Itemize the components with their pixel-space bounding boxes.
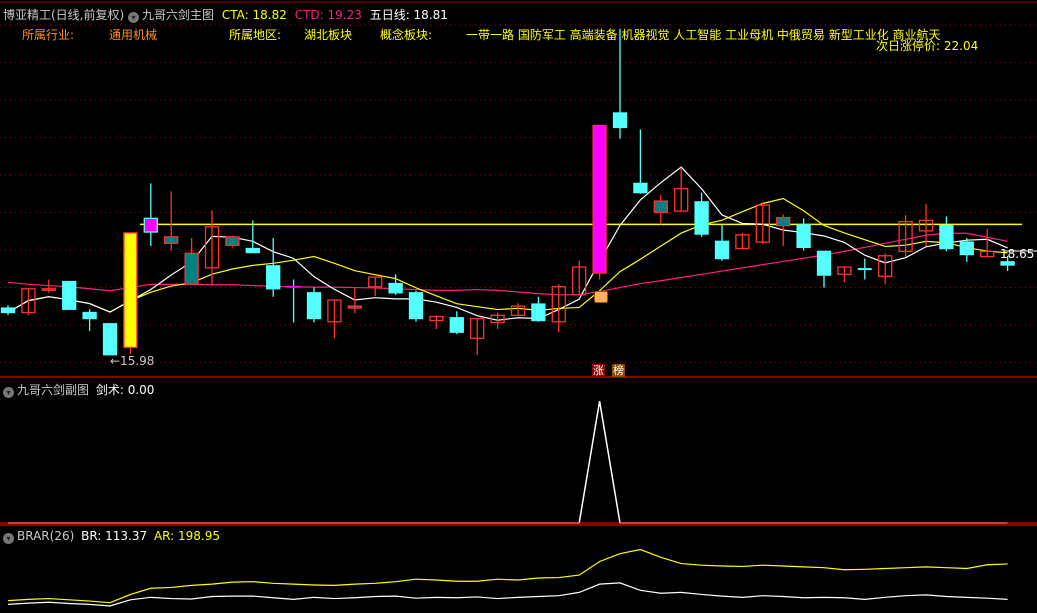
ma5-value: 五日线: 18.81: [369, 8, 448, 22]
stock-title: 博亚精工(日线,前复权): [3, 8, 125, 22]
candle-body: [143, 217, 158, 233]
candle-body: [286, 285, 301, 288]
br-value: BR: 113.37: [81, 529, 148, 543]
candle-body: [82, 311, 97, 320]
candle-body: [531, 303, 546, 322]
sub1-title[interactable]: 九哥六剑副图: [17, 383, 89, 397]
candle-body: [225, 236, 240, 246]
ctd-value: CTD: 19.23: [294, 8, 362, 22]
region-label: 所属地区:: [229, 28, 282, 42]
candle-body: [816, 250, 832, 276]
candle-body: [306, 292, 322, 320]
candle-body: [449, 317, 464, 333]
note-icon[interactable]: [594, 291, 608, 303]
candle-body: [612, 112, 628, 129]
badge-bang[interactable]: 榜: [612, 364, 625, 377]
sub1-value: 剑术: 0.00: [95, 383, 155, 397]
ma10-line: [7, 197, 1008, 314]
chevron-down-icon[interactable]: ▾: [3, 533, 14, 544]
candle-body: [857, 268, 872, 271]
ma5-line: [7, 166, 1008, 321]
candle-body: [714, 240, 730, 260]
ma-long-line: [7, 232, 1008, 296]
candle-body: [388, 282, 403, 294]
candle-body: [245, 247, 260, 254]
candle-body: [653, 200, 668, 213]
sub2-title[interactable]: BRAR(26): [17, 529, 74, 543]
candle-body: [62, 280, 77, 310]
candle-body: [102, 323, 118, 356]
industry-label: 所属行业:: [22, 28, 75, 42]
sword-line: [8, 400, 1008, 524]
next-limit-price: 次日涨停价: 22.04: [876, 39, 979, 53]
candle-body: [184, 252, 199, 285]
concept-label: 概念板块:: [380, 28, 433, 42]
candle-body: [633, 182, 648, 194]
chevron-down-icon[interactable]: ▾: [128, 12, 140, 23]
last-price-label: 18.65: [1000, 247, 1035, 261]
sub2-header: ▾ BRAR(26) BR: 113.37 AR: 198.95: [3, 529, 220, 544]
chevron-down-icon[interactable]: ▾: [3, 387, 14, 398]
candle-body: [266, 265, 281, 290]
candle-body: [592, 124, 607, 274]
candle-body: [694, 201, 709, 235]
candle-body: [0, 307, 16, 314]
candle-body: [408, 292, 424, 320]
candle-body: [1000, 261, 1015, 266]
br-line: [7, 582, 1008, 607]
ar-value: AR: 198.95: [153, 529, 220, 543]
badge-zhang[interactable]: 涨: [592, 364, 605, 377]
sub1-header: ▾ 九哥六剑副图 剑术: 0.00: [3, 381, 154, 398]
indicator-name[interactable]: 九哥六剑主图: [142, 8, 214, 22]
region-value: 湖北板块: [304, 28, 353, 42]
candle-body: [939, 224, 954, 250]
concept-value: 一带一路 国防军工 高端装备 机器视觉 人工智能 工业母机 中俄贸易 新型工业化…: [466, 28, 941, 42]
candle-body: [123, 232, 138, 349]
title-bar: 博亚精工(日线,前复权) ▾ 九哥六剑主图 CTA: 18.82 CTD: 19.…: [3, 6, 448, 23]
candle-body: [796, 224, 811, 248]
chart-canvas: [0, 1, 1037, 607]
candle-body: [959, 241, 974, 256]
low-price-label: ←15.98: [110, 354, 155, 368]
candle-body: [776, 216, 791, 227]
ar-line: [7, 548, 1008, 604]
industry-value: 通用机械: [109, 28, 158, 42]
candle-body: [347, 305, 362, 309]
cta-value: CTA: 18.82: [221, 8, 287, 22]
candle-body: [164, 236, 179, 244]
